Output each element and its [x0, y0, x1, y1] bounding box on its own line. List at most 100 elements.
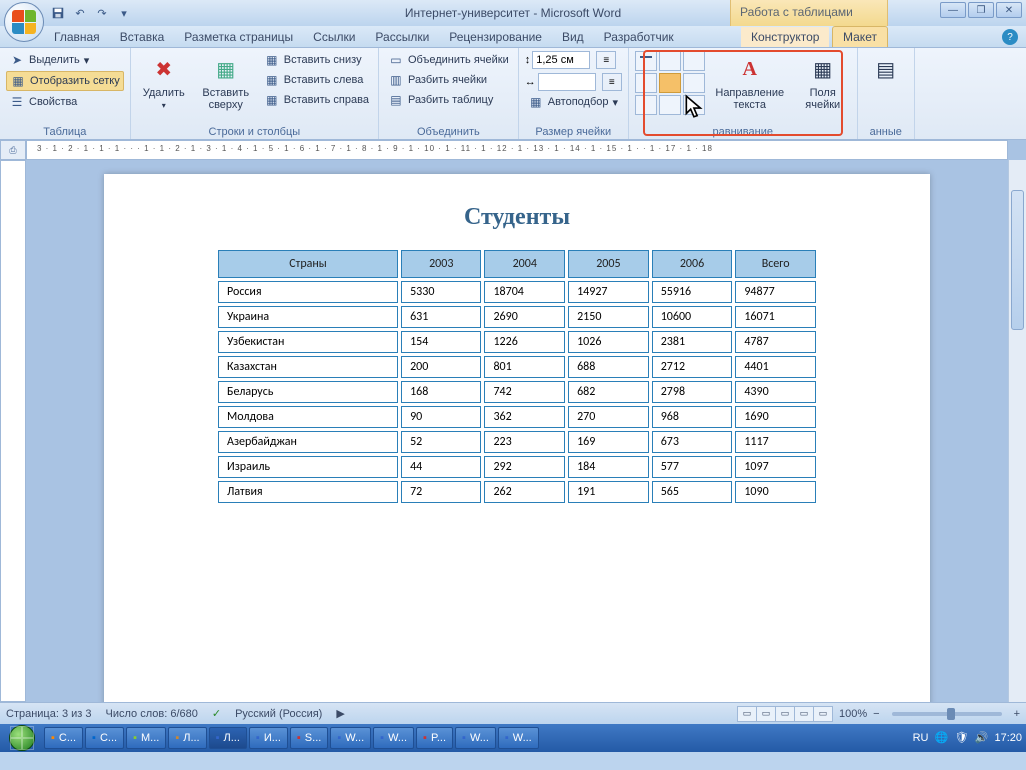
cell-value[interactable]: 801 — [484, 356, 565, 378]
tray-lang[interactable]: RU — [913, 732, 929, 744]
tray-network-icon[interactable]: 🌐 — [934, 731, 948, 745]
cell-value[interactable]: 631 — [401, 306, 481, 328]
view-full-screen[interactable]: ▭ — [756, 706, 776, 722]
cell-value[interactable]: 1097 — [735, 456, 816, 478]
cell-country[interactable]: Азербайджан — [218, 431, 398, 453]
cell-value[interactable]: 94877 — [735, 281, 816, 303]
row-height-input[interactable] — [532, 51, 590, 69]
cell-country[interactable]: Беларусь — [218, 381, 398, 403]
split-table-button[interactable]: ▤Разбить таблицу — [385, 91, 512, 109]
cell-value[interactable]: 1117 — [735, 431, 816, 453]
taskbar-item[interactable]: ▪S... — [290, 727, 328, 749]
scroll-thumb[interactable] — [1011, 190, 1024, 330]
tab-developer[interactable]: Разработчик — [594, 27, 684, 47]
cell-value[interactable]: 2381 — [652, 331, 733, 353]
cell-value[interactable]: 2690 — [484, 306, 565, 328]
delete-button[interactable]: ✖Удалить▾ — [137, 51, 191, 124]
align-middle-left[interactable] — [635, 73, 657, 93]
cell-value[interactable]: 16071 — [735, 306, 816, 328]
zoom-slider[interactable] — [892, 712, 1002, 716]
cell-margins-button[interactable]: ▦Поля ячейки — [795, 51, 851, 124]
cell-value[interactable]: 682 — [568, 381, 649, 403]
vertical-ruler[interactable] — [0, 160, 26, 702]
insert-right-button[interactable]: ▦Вставить справа — [261, 91, 372, 109]
cell-value[interactable]: 223 — [484, 431, 565, 453]
cell-value[interactable]: 742 — [484, 381, 565, 403]
horizontal-ruler[interactable]: 3 · 1 · 2 · 1 · 1 · 1 · · · 1 · 1 · 2 · … — [26, 140, 1008, 160]
status-page[interactable]: Страница: 3 из 3 — [6, 708, 92, 720]
tray-volume-icon[interactable]: 🔊 — [974, 731, 988, 745]
select-button[interactable]: ➤Выделить ▾ — [6, 51, 124, 69]
cell-value[interactable]: 2712 — [652, 356, 733, 378]
col-width-input[interactable] — [538, 73, 596, 91]
tab-mailings[interactable]: Рассылки — [365, 27, 439, 47]
office-button[interactable] — [4, 2, 44, 42]
cell-value[interactable]: 2150 — [568, 306, 649, 328]
th-country[interactable]: Страны — [218, 250, 398, 278]
view-gridlines-button[interactable]: ▦Отобразить сетку — [6, 71, 124, 91]
help-button[interactable]: ? — [1002, 29, 1018, 45]
cell-value[interactable]: 18704 — [484, 281, 565, 303]
tray-clock[interactable]: 17:20 — [994, 732, 1022, 744]
insert-left-button[interactable]: ▦Вставить слева — [261, 71, 372, 89]
cell-country[interactable]: Молдова — [218, 406, 398, 428]
cell-value[interactable]: 1090 — [735, 481, 816, 503]
cell-country[interactable]: Латвия — [218, 481, 398, 503]
th-total[interactable]: Всего — [735, 250, 816, 278]
taskbar-item[interactable]: ▪C... — [85, 727, 124, 749]
cell-value[interactable]: 72 — [401, 481, 481, 503]
cell-country[interactable]: Израиль — [218, 456, 398, 478]
zoom-level[interactable]: 100% — [839, 708, 867, 720]
close-button[interactable]: ✕ — [996, 2, 1022, 18]
view-web[interactable]: ▭ — [775, 706, 795, 722]
cell-value[interactable]: 270 — [568, 406, 649, 428]
cell-value[interactable]: 1026 — [568, 331, 649, 353]
vertical-scrollbar[interactable] — [1008, 160, 1026, 702]
cell-value[interactable]: 184 — [568, 456, 649, 478]
align-middle-right[interactable] — [683, 73, 705, 93]
cell-country[interactable]: Россия — [218, 281, 398, 303]
zoom-thumb[interactable] — [947, 708, 955, 720]
tab-home[interactable]: Главная — [44, 27, 110, 47]
th-2003[interactable]: 2003 — [401, 250, 481, 278]
cell-value[interactable]: 688 — [568, 356, 649, 378]
zoom-out-button[interactable]: − — [873, 708, 879, 720]
taskbar-item[interactable]: ▪W... — [330, 727, 371, 749]
cell-value[interactable]: 52 — [401, 431, 481, 453]
qat-dropdown-icon[interactable]: ▾ — [116, 5, 132, 21]
cell-value[interactable]: 168 — [401, 381, 481, 403]
status-macro-icon[interactable]: ▶ — [336, 707, 344, 720]
cell-value[interactable]: 5330 — [401, 281, 481, 303]
tab-view[interactable]: Вид — [552, 27, 594, 47]
cell-value[interactable]: 577 — [652, 456, 733, 478]
tab-insert[interactable]: Вставка — [110, 27, 175, 47]
align-bottom-center[interactable] — [659, 95, 681, 115]
status-language[interactable]: Русский (Россия) — [235, 708, 322, 720]
cell-value[interactable]: 1690 — [735, 406, 816, 428]
cell-value[interactable]: 55916 — [652, 281, 733, 303]
minimize-button[interactable]: ― — [940, 2, 966, 18]
taskbar-item[interactable]: ▪P... — [416, 727, 453, 749]
qat-redo-icon[interactable]: ↷ — [94, 5, 110, 21]
data-button[interactable]: ▤ — [864, 51, 908, 124]
cell-value[interactable]: 154 — [401, 331, 481, 353]
restore-button[interactable]: ❐ — [968, 2, 994, 18]
document-viewport[interactable]: Студенты Страны 2003 2004 2005 2006 Всег… — [26, 160, 1008, 702]
align-top-center[interactable] — [659, 51, 681, 71]
cell-value[interactable]: 4390 — [735, 381, 816, 403]
cell-country[interactable]: Узбекистан — [218, 331, 398, 353]
taskbar-item[interactable]: ▪W... — [498, 727, 539, 749]
align-bottom-left[interactable] — [635, 95, 657, 115]
cell-value[interactable]: 200 — [401, 356, 481, 378]
qat-undo-icon[interactable]: ↶ — [72, 5, 88, 21]
cell-value[interactable]: 1226 — [484, 331, 565, 353]
zoom-in-button[interactable]: + — [1014, 708, 1020, 720]
taskbar-item[interactable]: ▪C... — [44, 727, 83, 749]
cell-country[interactable]: Украина — [218, 306, 398, 328]
cell-value[interactable]: 565 — [652, 481, 733, 503]
cell-value[interactable]: 362 — [484, 406, 565, 428]
taskbar-item[interactable]: ▪W... — [373, 727, 414, 749]
cell-value[interactable]: 14927 — [568, 281, 649, 303]
autofit-button[interactable]: ▦Автоподбор ▾ — [525, 93, 622, 111]
align-middle-center[interactable] — [659, 73, 681, 93]
